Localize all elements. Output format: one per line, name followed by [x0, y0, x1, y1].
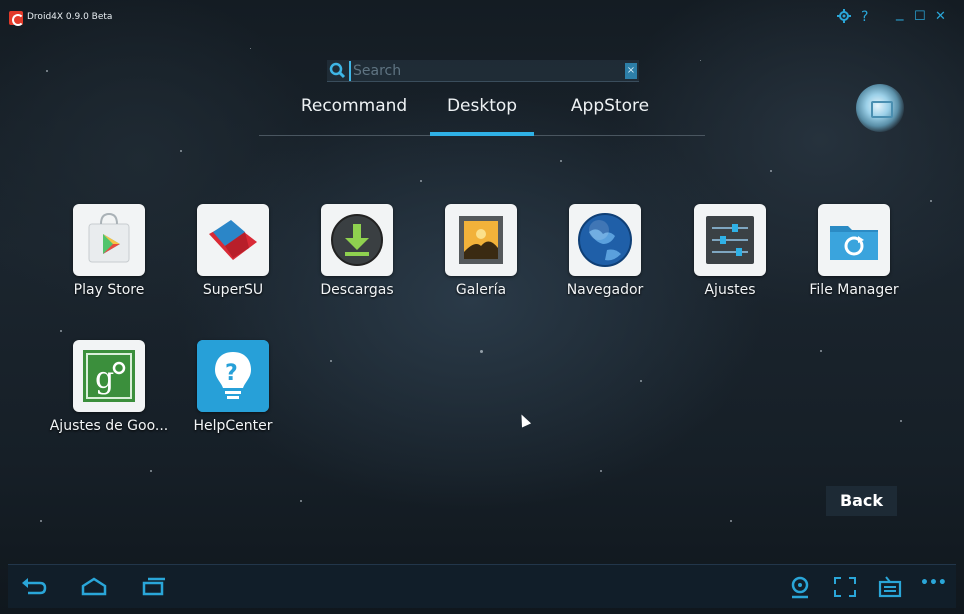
svg-text:g: g: [95, 361, 114, 396]
star: [640, 380, 642, 382]
help-center-icon: ?: [197, 340, 269, 412]
tab-recommand[interactable]: Recommand: [299, 96, 409, 116]
app-label: Navegador: [566, 282, 644, 298]
star: [600, 470, 602, 472]
app-play-store[interactable]: Play Store: [49, 204, 169, 314]
home-icon[interactable]: [80, 574, 108, 600]
keyboard-icon[interactable]: [876, 574, 904, 600]
download-icon: [321, 204, 393, 276]
navigation-bar: •••: [8, 564, 956, 608]
star: [900, 420, 902, 422]
window-title: Droid4X 0.9.0 Beta: [27, 12, 113, 22]
message-orb-icon[interactable]: [856, 84, 904, 132]
app-supersu[interactable]: SuperSU: [173, 204, 293, 314]
folder-icon: [818, 204, 890, 276]
app-descargas[interactable]: Descargas: [297, 204, 417, 314]
app-ajustes-de-google[interactable]: g Ajustes de Goo...: [49, 340, 169, 450]
star: [40, 520, 42, 522]
back-arrow-icon[interactable]: [20, 574, 48, 600]
app-label: SuperSU: [202, 282, 264, 298]
app-label: Descargas: [320, 282, 394, 298]
tab-bar: Recommand Desktop AppStore: [259, 92, 705, 136]
gear-icon[interactable]: [837, 9, 851, 23]
recent-apps-icon[interactable]: [140, 574, 168, 600]
star: [250, 48, 251, 49]
app-helpcenter[interactable]: ? HelpCenter: [173, 340, 293, 450]
star: [420, 180, 422, 182]
droid4x-logo-icon: [9, 11, 24, 26]
star: [700, 60, 701, 61]
app-label: Play Store: [73, 282, 145, 298]
minimize-icon[interactable]: _: [896, 4, 904, 20]
star: [300, 500, 302, 502]
help-icon[interactable]: ?: [861, 9, 868, 25]
app-label: File Manager: [809, 282, 899, 298]
star: [560, 160, 562, 162]
star: [180, 150, 182, 152]
app-file-manager[interactable]: File Manager: [794, 204, 914, 314]
app-ajustes[interactable]: Ajustes: [670, 204, 790, 314]
tab-desktop[interactable]: Desktop: [430, 96, 534, 116]
star: [730, 520, 732, 522]
globe-icon: [569, 204, 641, 276]
app-label: Galería: [455, 282, 507, 298]
location-icon[interactable]: [786, 574, 814, 600]
star: [60, 330, 62, 332]
star: [330, 360, 332, 362]
star: [46, 70, 48, 72]
app-label: Ajustes de Goo...: [49, 418, 169, 434]
star: [820, 350, 822, 352]
search-bar: ×: [327, 60, 639, 82]
selected-tab-indicator: [430, 132, 534, 136]
app-label: HelpCenter: [193, 418, 273, 434]
search-icon[interactable]: [329, 62, 346, 79]
more-icon[interactable]: •••: [920, 575, 950, 601]
fullscreen-icon[interactable]: [831, 574, 859, 600]
star: [150, 470, 152, 472]
star: [770, 170, 772, 172]
app-galeria[interactable]: Galería: [421, 204, 541, 314]
back-button[interactable]: Back: [826, 486, 897, 516]
app-label: Ajustes: [704, 282, 756, 298]
mouse-cursor-icon: [516, 412, 532, 428]
clear-search-icon[interactable]: ×: [625, 63, 637, 79]
play-store-icon: [73, 204, 145, 276]
maximize-icon[interactable]: ☐: [914, 9, 926, 25]
close-icon[interactable]: ✕: [935, 9, 946, 25]
gallery-icon: [445, 204, 517, 276]
svg-text:?: ?: [225, 361, 238, 386]
title-bar: Droid4X 0.9.0 Beta ? _ ☐ ✕: [0, 0, 964, 34]
google-settings-icon: g: [73, 340, 145, 412]
app-navegador[interactable]: Navegador: [545, 204, 665, 314]
star: [930, 200, 932, 202]
search-input[interactable]: [349, 61, 619, 81]
star: [480, 350, 483, 353]
emulator-window: Droid4X 0.9.0 Beta ? _ ☐ ✕ × Recommand D…: [0, 0, 964, 614]
tab-appstore[interactable]: AppStore: [559, 96, 661, 116]
settings-sliders-icon: [694, 204, 766, 276]
supersu-icon: [197, 204, 269, 276]
